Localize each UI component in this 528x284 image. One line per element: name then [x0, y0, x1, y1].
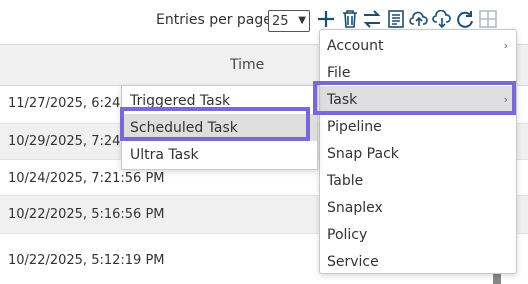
entries-per-page-select[interactable]: 25 ▼ [268, 10, 310, 32]
menu-item-pipeline[interactable]: Pipeline [320, 113, 516, 140]
row-time: 10/29/2025, 7:24: [8, 134, 125, 149]
menu-item-label: Snaplex [327, 199, 383, 216]
menu-item-file[interactable]: File [320, 59, 516, 86]
menu-item-label: Table [327, 172, 364, 189]
menu-item-label: Pipeline [327, 118, 382, 135]
chevron-right-icon: › [503, 39, 508, 52]
plus-icon[interactable] [316, 8, 336, 30]
chevron-right-icon: › [503, 93, 508, 106]
entries-per-page-label: Entries per page: [156, 12, 277, 28]
menu-item-snaplex[interactable]: Snaplex [320, 194, 516, 221]
menu-item-task[interactable]: Task › [320, 86, 516, 113]
menu-item-service[interactable]: Service [320, 248, 516, 275]
refresh-icon[interactable] [455, 8, 475, 30]
scrollbar-thumb[interactable] [493, 274, 501, 284]
menu-item-table[interactable]: Table [320, 167, 516, 194]
menu-item-label: Snap Pack [327, 145, 399, 162]
submenu-item-ultra-task[interactable]: Ultra Task [122, 141, 317, 168]
submenu-item-scheduled-task[interactable]: Scheduled Task [122, 114, 317, 141]
menu-item-snap-pack[interactable]: Snap Pack [320, 140, 516, 167]
document-icon[interactable] [386, 8, 406, 30]
menu-item-account[interactable]: Account › [320, 32, 516, 59]
create-menu: Account › File Task › Pipeline Snap Pack… [319, 29, 517, 274]
menu-item-label: Service [327, 253, 379, 270]
submenu-item-triggered-task[interactable]: Triggered Task [122, 87, 317, 114]
entries-per-page-value: 25 [272, 13, 289, 29]
menu-item-policy[interactable]: Policy [320, 221, 516, 248]
row-time: 10/22/2025, 5:16:56 PM [8, 207, 165, 222]
row-time: 10/22/2025, 5:12:19 PM [8, 253, 165, 268]
menu-item-label: File [327, 64, 351, 81]
trash-icon[interactable] [340, 8, 360, 30]
download-icon[interactable] [432, 8, 452, 30]
time-column-header[interactable]: Time [230, 57, 264, 73]
submenu-item-label: Triggered Task [130, 92, 231, 109]
page-root: Entries per page: 25 ▼ Time 11/27/2025, … [0, 0, 528, 284]
grid-icon[interactable] [478, 8, 498, 30]
submenu-item-label: Scheduled Task [130, 119, 238, 136]
row-time: 11/27/2025, 6:24:2 [8, 96, 134, 111]
upload-icon[interactable] [409, 8, 429, 30]
menu-item-label: Account [327, 37, 384, 54]
menu-item-label: Task [327, 91, 358, 108]
chevron-down-icon: ▼ [298, 15, 306, 26]
task-submenu: Triggered Task Scheduled Task Ultra Task [121, 85, 318, 170]
row-time: 10/24/2025, 7:21:56 PM [8, 171, 165, 186]
swap-icon[interactable] [362, 8, 382, 30]
menu-item-label: Policy [327, 226, 368, 243]
submenu-item-label: Ultra Task [130, 146, 199, 163]
